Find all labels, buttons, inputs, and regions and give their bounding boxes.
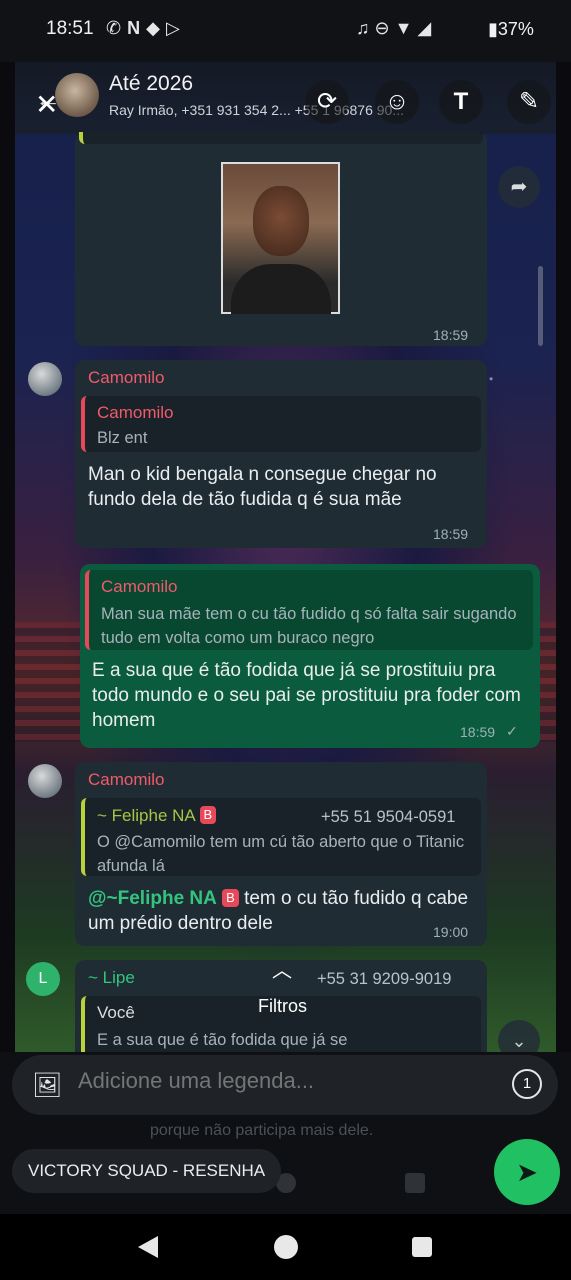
n-icon: N xyxy=(127,18,147,38)
nav-recents-icon[interactable] xyxy=(412,1237,432,1257)
view-once-icon[interactable]: 1 xyxy=(512,1069,542,1099)
whatsapp-icon: ✆ xyxy=(106,18,128,38)
quoted-sender: Você xyxy=(97,1003,135,1022)
quoted-phone: +55 51 9504-0591 xyxy=(321,808,456,826)
battery-level: ▮37% xyxy=(488,19,534,39)
quoted-message[interactable]: Camomilo Man sua mãe tem o cu tão fudido… xyxy=(85,570,533,650)
quoted-text: Blz ent xyxy=(97,429,148,447)
headphones-icon: ♫ xyxy=(356,18,375,38)
message-time: 18:59 xyxy=(433,526,469,542)
sender-avatar[interactable] xyxy=(28,362,62,396)
dnd-icon: ⊖ xyxy=(374,18,395,38)
forward-icon[interactable]: ➦ xyxy=(498,166,540,208)
quoted-text: E a sua que é tão fodida que já se xyxy=(97,1031,348,1049)
text-icon[interactable]: T xyxy=(439,80,483,124)
message-text: @~Feliphe NA B tem o cu tão fudido q cab… xyxy=(88,888,469,934)
message-bubble[interactable]: Camomilo Camomilo Blz ent Man o kid beng… xyxy=(75,360,487,548)
message-text: E a sua que é tão fodida que já se prost… xyxy=(92,660,521,731)
person-face xyxy=(253,186,309,256)
crop-rotate-icon[interactable]: ⟳ xyxy=(305,80,349,124)
wifi-icon: ▼ xyxy=(394,18,418,38)
scrollbar-thumb[interactable] xyxy=(538,266,543,346)
sticker-icon[interactable]: ☺ xyxy=(375,80,419,124)
shared-photo[interactable] xyxy=(221,162,340,314)
send-icon: ➤ xyxy=(516,1157,538,1187)
message-time: 18:59 xyxy=(433,327,469,343)
play-store-icon: ▷ xyxy=(165,18,186,38)
system-icons: ♫⊖▼◢ xyxy=(356,18,436,39)
quoted-message xyxy=(79,132,483,144)
sender-name: Camomilo xyxy=(88,368,165,387)
message-time: 18:59 xyxy=(460,724,496,740)
group-title: Até 2026 xyxy=(109,72,194,95)
background-square xyxy=(405,1173,425,1193)
pencil-icon[interactable]: ✎ xyxy=(507,80,551,124)
message-text: Man o kid bengala n consegue chegar no f… xyxy=(88,464,437,510)
android-icon: ◆ xyxy=(146,18,166,38)
nav-back-icon[interactable] xyxy=(138,1236,158,1258)
add-image-icon[interactable]: 🖼 xyxy=(32,1071,62,1100)
status-bar: 18:51 ✆N◆▷ ♫⊖▼◢ ▮37% xyxy=(0,0,571,62)
quoted-text: Man sua mãe tem o cu tão fudido q só fal… xyxy=(101,605,517,647)
sent-check-icon: ✓ xyxy=(506,723,518,739)
filters-label[interactable]: Filtros xyxy=(258,996,307,1017)
caption-input[interactable] xyxy=(78,1068,478,1094)
chat-header: ← ✕ Até 2026 Ray Irmão, +351 931 354 2..… xyxy=(15,62,556,134)
sender-avatar[interactable] xyxy=(28,764,62,798)
signal-icon: ◢ xyxy=(417,18,437,38)
mention-link[interactable]: @~Feliphe NA xyxy=(88,888,217,909)
send-button[interactable]: ➤ xyxy=(494,1139,560,1205)
nav-home-icon[interactable] xyxy=(274,1235,298,1259)
chevron-up-icon[interactable]: ︿ xyxy=(272,954,292,983)
sender-name: Camomilo xyxy=(88,770,165,789)
sender-name: ~ Lipe xyxy=(88,968,135,987)
sender-avatar[interactable]: L xyxy=(26,962,60,996)
message-bubble[interactable]: Camomilo ~ Feliphe NA B +55 51 9504-0591… xyxy=(75,762,487,946)
notification-icons: ✆N◆▷ xyxy=(106,18,186,39)
quoted-sender: Camomilo xyxy=(101,577,178,596)
person-shirt xyxy=(231,264,331,314)
quoted-sender: ~ Feliphe NA B xyxy=(97,806,217,826)
quoted-message[interactable]: ~ Feliphe NA B +55 51 9504-0591 O @Camom… xyxy=(81,798,481,876)
status-time: 18:51 xyxy=(46,18,94,39)
message-time: 19:00 xyxy=(433,924,469,940)
recipient-chip[interactable]: VICTORY SQUAD - RESENHA xyxy=(12,1149,282,1193)
quoted-message[interactable]: Camomilo Blz ent xyxy=(81,396,481,452)
background-text: porque não participa mais dele. xyxy=(150,1122,374,1139)
sender-phone: +55 31 9209-9019 xyxy=(317,970,452,988)
quoted-sender: Camomilo xyxy=(97,403,174,422)
quoted-text: O @Camomilo tem um cú tão aberto que o T… xyxy=(97,833,465,875)
group-avatar xyxy=(55,73,99,117)
outgoing-message-bubble[interactable]: Camomilo Man sua mãe tem o cu tão fudido… xyxy=(80,564,540,748)
